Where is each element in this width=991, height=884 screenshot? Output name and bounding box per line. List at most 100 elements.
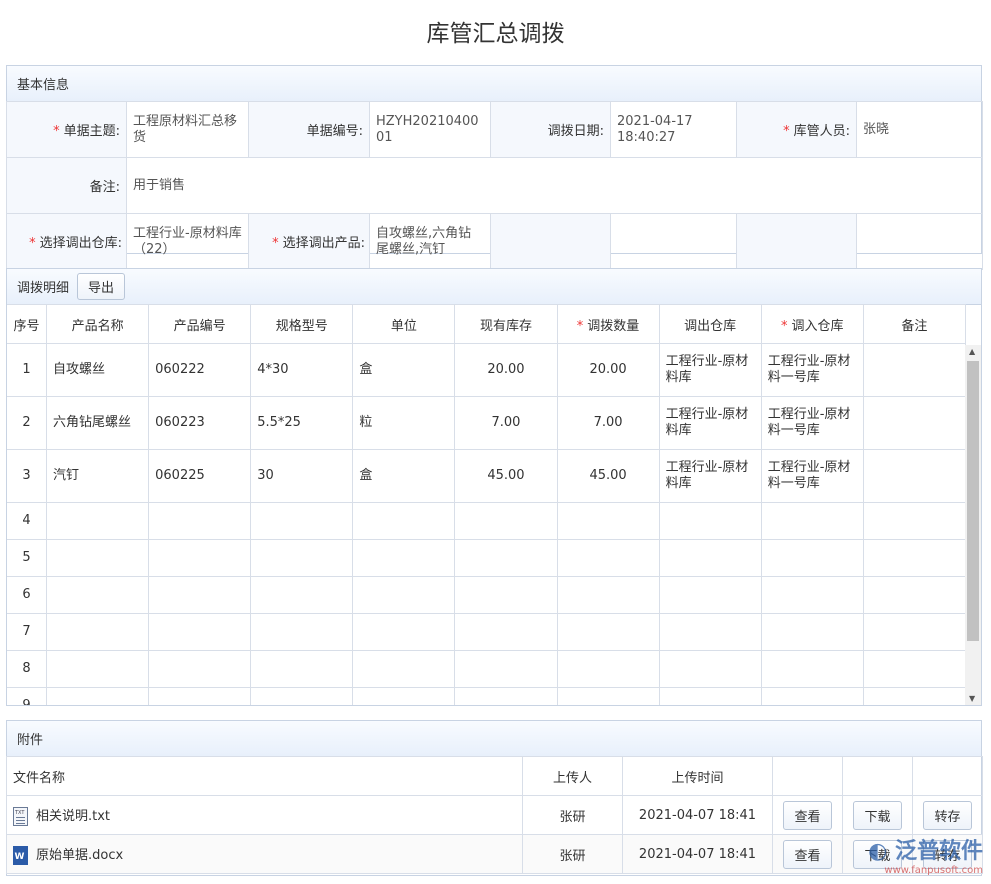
table-row[interactable]: 3汽钉06022530盒45.0045.00工程行业-原材料库工程行业-原材料一… [7, 450, 966, 503]
empty-cell[interactable] [251, 688, 353, 707]
empty-row[interactable]: 6 [7, 577, 966, 614]
cell-no[interactable]: 7 [7, 614, 47, 651]
cell-qty[interactable]: 45.00 [557, 450, 659, 503]
empty-cell[interactable] [47, 614, 149, 651]
cell-unit[interactable]: 盒 [353, 344, 455, 397]
empty-cell[interactable] [149, 577, 251, 614]
number-field[interactable]: HZYH2021040001 [370, 102, 491, 158]
empty-cell[interactable] [149, 651, 251, 688]
cell-spec[interactable]: 5.5*25 [251, 397, 353, 450]
cell-stock[interactable]: 7.00 [455, 397, 557, 450]
subject-field[interactable]: 工程原材料汇总移货 [127, 102, 249, 158]
empty-cell[interactable] [863, 540, 965, 577]
cell-no[interactable]: 8 [7, 651, 47, 688]
empty-cell[interactable] [455, 540, 557, 577]
cell-name[interactable]: 六角钻尾螺丝 [47, 397, 149, 450]
empty-cell[interactable] [659, 651, 761, 688]
empty-cell[interactable] [557, 540, 659, 577]
empty-cell[interactable] [353, 614, 455, 651]
empty-cell[interactable] [659, 503, 761, 540]
view-button[interactable]: 查看 [783, 840, 831, 869]
empty-cell[interactable] [455, 651, 557, 688]
empty-cell[interactable] [149, 614, 251, 651]
empty-cell[interactable] [47, 503, 149, 540]
cell-remark[interactable] [863, 450, 965, 503]
cell-in[interactable]: 工程行业-原材料一号库 [761, 450, 863, 503]
empty-cell[interactable] [761, 614, 863, 651]
cell-no[interactable]: 3 [7, 450, 47, 503]
empty-cell[interactable] [761, 503, 863, 540]
cell-qty[interactable]: 7.00 [557, 397, 659, 450]
cell-remark[interactable] [863, 397, 965, 450]
empty-cell[interactable] [251, 614, 353, 651]
download-button[interactable]: 下载 [853, 801, 901, 830]
empty-cell[interactable] [47, 540, 149, 577]
cell-out[interactable]: 工程行业-原材料库 [659, 397, 761, 450]
cell-no[interactable]: 1 [7, 344, 47, 397]
view-button[interactable]: 查看 [783, 801, 831, 830]
empty-cell[interactable] [761, 688, 863, 707]
empty-cell[interactable] [455, 503, 557, 540]
empty-row[interactable]: 8 [7, 651, 966, 688]
empty-cell[interactable] [863, 503, 965, 540]
cell-code[interactable]: 060222 [149, 344, 251, 397]
empty-cell[interactable] [557, 503, 659, 540]
empty-cell[interactable] [47, 688, 149, 707]
empty-cell[interactable] [557, 614, 659, 651]
empty-row[interactable]: 5 [7, 540, 966, 577]
empty-cell[interactable] [251, 577, 353, 614]
cell-no[interactable]: 4 [7, 503, 47, 540]
file-name[interactable]: 原始单据.docx [36, 848, 123, 863]
empty-cell[interactable] [149, 540, 251, 577]
file-name-cell[interactable]: TXT相关说明.txt [7, 796, 523, 835]
cell-spec[interactable]: 4*30 [251, 344, 353, 397]
empty-cell[interactable] [863, 614, 965, 651]
empty-cell[interactable] [149, 688, 251, 707]
export-button[interactable]: 导出 [77, 273, 125, 300]
empty-cell[interactable] [353, 651, 455, 688]
empty-cell[interactable] [863, 577, 965, 614]
empty-cell[interactable] [353, 688, 455, 707]
scroll-up-icon[interactable]: ▲ [969, 347, 975, 356]
date-field[interactable]: 2021-04-17 18:40:27 [611, 102, 737, 158]
empty-cell[interactable] [455, 614, 557, 651]
empty-row[interactable]: 7 [7, 614, 966, 651]
cell-spec[interactable]: 30 [251, 450, 353, 503]
empty-cell[interactable] [149, 503, 251, 540]
cell-name[interactable]: 汽钉 [47, 450, 149, 503]
empty-cell[interactable] [455, 577, 557, 614]
empty-cell[interactable] [659, 688, 761, 707]
empty-cell[interactable] [47, 577, 149, 614]
cell-no[interactable]: 2 [7, 397, 47, 450]
cell-no[interactable]: 5 [7, 540, 47, 577]
empty-cell[interactable] [251, 540, 353, 577]
scrollbar[interactable]: ▲ ▼ [965, 345, 981, 705]
empty-cell[interactable] [761, 651, 863, 688]
cell-qty[interactable]: 20.00 [557, 344, 659, 397]
scrollbar-thumb[interactable] [967, 361, 979, 641]
file-name[interactable]: 相关说明.txt [36, 809, 110, 824]
empty-cell[interactable] [557, 688, 659, 707]
empty-cell[interactable] [557, 651, 659, 688]
cell-code[interactable]: 060223 [149, 397, 251, 450]
empty-cell[interactable] [353, 577, 455, 614]
empty-cell[interactable] [863, 688, 965, 707]
warehouse-field[interactable]: 工程行业-原材料库（22） [127, 214, 249, 270]
empty-cell[interactable] [353, 503, 455, 540]
empty-cell[interactable] [659, 614, 761, 651]
empty-cell[interactable] [659, 577, 761, 614]
cell-in[interactable]: 工程行业-原材料一号库 [761, 397, 863, 450]
empty-cell[interactable] [251, 503, 353, 540]
empty-cell[interactable] [659, 540, 761, 577]
empty-row[interactable]: 4 [7, 503, 966, 540]
cell-out[interactable]: 工程行业-原材料库 [659, 344, 761, 397]
cell-unit[interactable]: 粒 [353, 397, 455, 450]
cell-code[interactable]: 060225 [149, 450, 251, 503]
cell-name[interactable]: 自攻螺丝 [47, 344, 149, 397]
product-field[interactable]: 自攻螺丝,六角钻尾螺丝,汽钉 [370, 214, 491, 270]
keeper-field[interactable]: 张晓 [857, 102, 983, 158]
cell-no[interactable]: 9 [7, 688, 47, 707]
cell-stock[interactable]: 45.00 [455, 450, 557, 503]
remark-field[interactable]: 用于销售 [127, 158, 983, 214]
file-name-cell[interactable]: W原始单据.docx [7, 835, 523, 874]
